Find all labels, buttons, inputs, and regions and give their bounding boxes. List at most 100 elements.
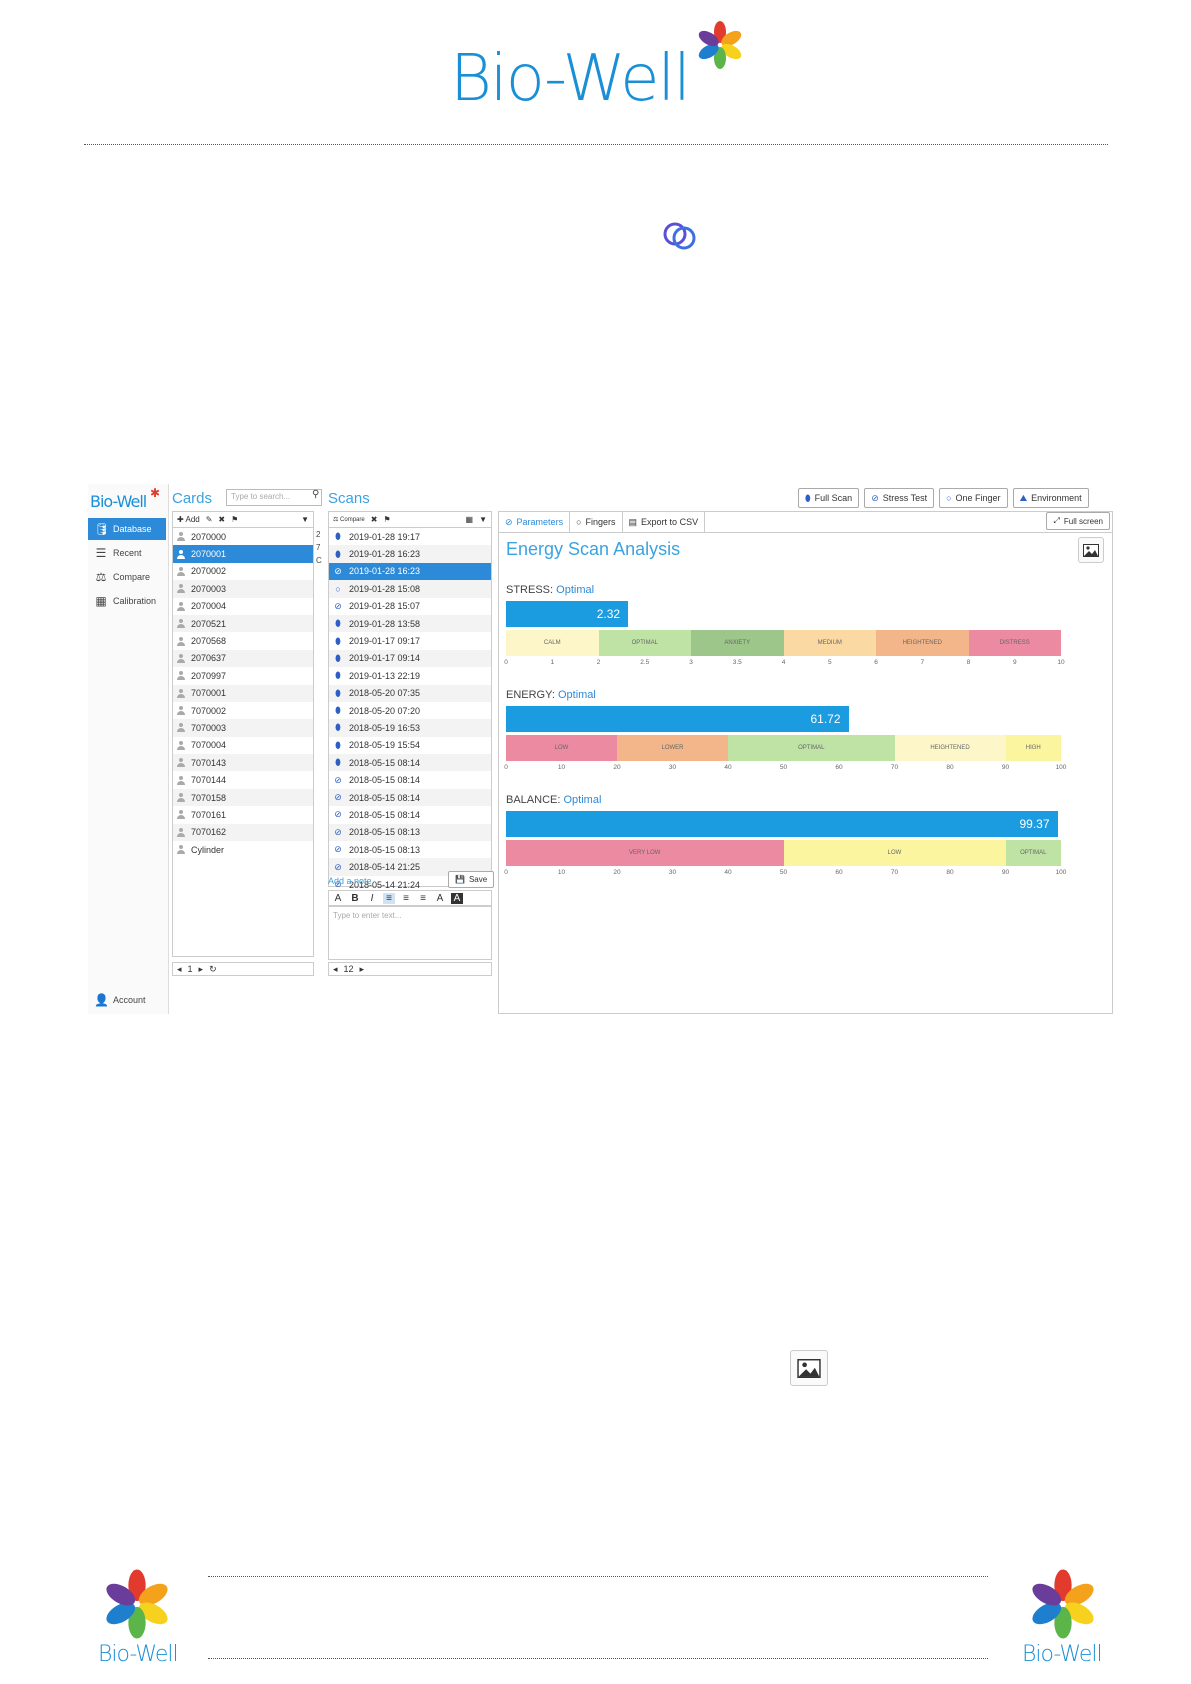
header-divider — [84, 144, 1108, 145]
card-row[interactable]: 2070001 — [173, 545, 313, 563]
tab-fingers[interactable]: ○ Fingers — [570, 512, 623, 532]
tag-icon[interactable]: ⚑ — [231, 515, 238, 524]
zone-low: LOW — [506, 735, 617, 761]
card-row[interactable]: 2070637 — [173, 649, 313, 668]
card-row[interactable]: 2070997 — [173, 667, 313, 684]
scan-row[interactable]: ⊘ 2018-05-15 08:13 — [329, 841, 491, 858]
card-row[interactable]: 7070002 — [173, 702, 313, 719]
save-image-icon[interactable] — [1078, 537, 1104, 563]
card-row[interactable]: 7070143 — [173, 754, 313, 772]
card-row[interactable]: 2070004 — [173, 598, 313, 615]
nav-item-recent[interactable]: ☰ Recent — [88, 542, 166, 564]
scan-row[interactable]: ○ 2019-01-28 15:08 — [329, 580, 491, 598]
italic-icon[interactable]: I — [366, 893, 378, 904]
scan-row[interactable]: ⬮ 2019-01-28 13:58 — [329, 614, 491, 633]
axis-tick: 40 — [724, 764, 732, 771]
compare-button[interactable]: ⚖ Compare — [333, 516, 365, 523]
scans-prev-page-icon[interactable]: ◂ — [333, 964, 338, 975]
tab-export-to-csv[interactable]: ▤ Export to CSV — [623, 512, 706, 532]
finger-scan-icon: ⬮ — [335, 757, 341, 768]
scan-row[interactable]: ⊘ 2019-01-28 15:07 — [329, 598, 491, 615]
environment-icon: ⛰ — [1019, 492, 1028, 503]
stress-test-button[interactable]: ⊘ Stress Test — [864, 488, 935, 508]
full-screen-button[interactable]: ⤢ Full screen — [1046, 512, 1110, 530]
button-label: Environment — [1031, 493, 1082, 503]
edit-icon[interactable]: ✎ — [206, 515, 213, 524]
cards-search-input[interactable]: Type to search... — [226, 489, 322, 506]
scans-next-page-icon[interactable]: ▸ — [360, 964, 365, 975]
card-row[interactable]: 7070004 — [173, 737, 313, 754]
user-icon: 👤 — [94, 993, 109, 1007]
save-note-button[interactable]: 💾 Save — [448, 871, 495, 888]
card-row[interactable]: 7070162 — [173, 823, 313, 842]
account-button[interactable]: 👤 Account — [88, 989, 166, 1011]
delete-icon[interactable]: ✖ — [218, 515, 225, 524]
align-right-icon[interactable]: ≡ — [417, 893, 429, 904]
prev-page-icon[interactable]: ◂ — [177, 964, 182, 975]
scan-filter-icon[interactable]: ▼ — [479, 515, 487, 524]
bold-icon[interactable]: B — [349, 893, 361, 904]
scan-row[interactable]: ⬮ 2019-01-17 09:17 — [329, 632, 491, 649]
tab-parameters[interactable]: ⊘ Parameters — [499, 512, 571, 532]
scan-row[interactable]: ⊘ 2018-05-15 08:14 — [329, 788, 491, 807]
card-row[interactable]: 7070161 — [173, 806, 313, 823]
scan-row[interactable]: ⬮ 2018-05-19 16:53 — [329, 719, 491, 737]
scan-row[interactable]: ⊘ 2019-01-28 16:23 — [329, 562, 491, 581]
refresh-icon[interactable]: ↻ — [209, 964, 217, 975]
stress-test-rings-icon — [663, 222, 696, 250]
app-window: Bio-Well ✱ 🛢 Database ☰ Recent ⚖ Compare ▦ Cali… — [88, 484, 1113, 1014]
search-icon[interactable]: ⚲ — [312, 489, 319, 500]
stress-scan-icon: ⊘ — [334, 826, 342, 837]
card-row[interactable]: 7070158 — [173, 788, 313, 807]
axis-tick: 90 — [1001, 869, 1010, 876]
image-icon — [790, 1350, 828, 1386]
filter-icon[interactable]: ▼ — [301, 515, 309, 524]
card-id: 2070002 — [191, 566, 227, 577]
scan-row[interactable]: ⊘ 2018-05-15 08:14 — [329, 806, 491, 823]
card-row[interactable]: 2070002 — [173, 563, 313, 580]
scan-row[interactable]: ⬮ 2019-01-28 16:23 — [329, 545, 491, 563]
text-color-icon[interactable]: A — [434, 893, 446, 904]
card-row[interactable]: 2070000 — [173, 528, 313, 545]
scan-row[interactable]: ⬮ 2019-01-28 19:17 — [329, 528, 491, 545]
next-page-icon[interactable]: ▸ — [199, 964, 204, 975]
scan-tag-icon[interactable]: ⚑ — [383, 515, 390, 524]
grid-icon[interactable]: ▦ — [466, 515, 474, 524]
environment-button[interactable]: ⛰ Environment — [1012, 488, 1089, 508]
font-icon[interactable]: A — [332, 893, 344, 904]
scan-row[interactable]: ⬮ 2018-05-20 07:35 — [329, 684, 491, 702]
nav-item-database[interactable]: 🛢 Database — [88, 518, 166, 540]
one-finger-button[interactable]: ○ One Finger — [939, 488, 1008, 508]
add-card-button[interactable]: ✚ Add — [177, 515, 200, 524]
nav-item-compare[interactable]: ⚖ Compare — [88, 566, 166, 588]
align-left-icon[interactable]: ≡ — [383, 892, 395, 904]
card-row[interactable]: 2070521 — [173, 614, 313, 633]
scan-row[interactable]: ⊘ 2018-05-15 08:14 — [329, 771, 491, 788]
nav-item-calibration[interactable]: ▦ Calibration — [88, 590, 166, 612]
full-scan-button[interactable]: ⬮ Full Scan — [798, 488, 860, 508]
axis-tick: 40 — [724, 869, 732, 876]
card-row[interactable]: 2070003 — [173, 580, 313, 598]
card-id: Cylinder — [191, 844, 225, 855]
scan-row[interactable]: ⬮ 2019-01-17 09:14 — [329, 649, 491, 668]
card-row[interactable]: 7070001 — [173, 684, 313, 702]
add-note-link[interactable]: Add a note — [328, 876, 372, 886]
scan-row[interactable]: ⬮ 2019-01-13 22:19 — [329, 667, 491, 684]
card-row[interactable]: 7070003 — [173, 719, 313, 737]
scan-row[interactable]: ⊘ 2018-05-15 08:13 — [329, 823, 491, 842]
card-row[interactable]: Cylinder — [173, 841, 313, 858]
align-center-icon[interactable]: ≡ — [400, 893, 412, 904]
scan-row[interactable]: ⬮ 2018-05-19 15:54 — [329, 737, 491, 754]
axis-tick: 2 — [596, 659, 601, 666]
scan-row[interactable]: ⬮ 2018-05-15 08:14 — [329, 754, 491, 772]
axis-tick: 8 — [966, 659, 971, 666]
card-row[interactable]: 7070144 — [173, 771, 313, 788]
zone-optimal: OPTIMAL — [1005, 840, 1061, 866]
highlight-icon[interactable]: A — [451, 892, 463, 904]
person-icon — [177, 706, 185, 716]
scan-date: 2018-05-15 08:13 — [349, 827, 421, 838]
delete-scan-icon[interactable]: ✖ — [371, 515, 378, 524]
card-row[interactable]: 2070568 — [173, 632, 313, 649]
note-textarea[interactable]: Type to enter text... — [328, 906, 492, 960]
scan-row[interactable]: ⬮ 2018-05-20 07:20 — [329, 702, 491, 719]
